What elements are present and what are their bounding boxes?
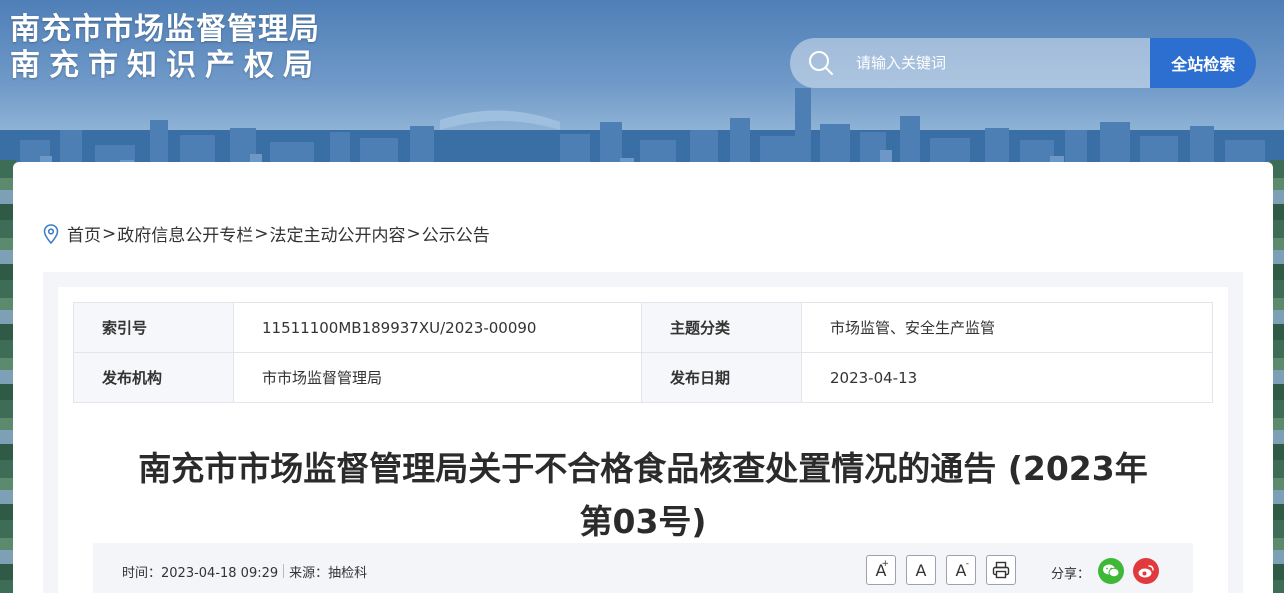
topic-label: 主题分类: [641, 302, 802, 353]
wechat-icon: [1103, 564, 1120, 578]
breadcrumb-gov-info[interactable]: 政府信息公开专栏: [117, 221, 253, 246]
site-title-line1: 南充市市场监督管理局: [10, 12, 320, 47]
article-title-line1: 南充市市场监督管理局关于不合格食品核查处置情况的通告 (2023年: [138, 449, 1148, 488]
print-icon: [992, 561, 1010, 579]
plus-icon: +: [881, 559, 889, 569]
breadcrumb-home[interactable]: 首页: [67, 221, 101, 246]
topic-value: 市场监管、安全生产监管: [801, 302, 1213, 353]
breadcrumb-separator: >: [406, 223, 421, 244]
breadcrumb-separator: >: [102, 223, 117, 244]
article-container: 索引号 11511100MB189937XU/2023-00090 主题分类 市…: [43, 272, 1243, 593]
publisher-value: 市市场监督管理局: [233, 352, 642, 403]
site-title-line2: 南充市知识产权局: [10, 48, 322, 83]
font-normal-label: A: [915, 560, 927, 580]
article-panel: 索引号 11511100MB189937XU/2023-00090 主题分类 市…: [58, 287, 1228, 593]
weibo-icon: [1138, 565, 1154, 578]
font-smaller-button[interactable]: A-: [946, 555, 976, 585]
breadcrumb-separator: >: [254, 223, 269, 244]
article-title: 南充市市场监督管理局关于不合格食品核查处置情况的通告 (2023年 第03号): [118, 442, 1168, 548]
search-input[interactable]: [856, 54, 1136, 72]
location-pin-icon: [43, 223, 59, 244]
publisher-label: 发布机构: [73, 352, 234, 403]
search-bar: 全站检索: [790, 38, 1256, 88]
site-title: 南充市市场监督管理局 南充市知识产权局: [10, 12, 322, 84]
search-box: [790, 38, 1151, 88]
breadcrumb-statutory-content[interactable]: 法定主动公开内容: [270, 221, 406, 246]
index-label: 索引号: [73, 302, 234, 353]
font-normal-button[interactable]: A: [906, 555, 936, 585]
font-larger-button[interactable]: A +: [866, 555, 896, 585]
date-value: 2023-04-13: [801, 352, 1213, 403]
share-weibo-button[interactable]: [1133, 558, 1159, 584]
table-row: 索引号 11511100MB189937XU/2023-00090 主题分类 市…: [73, 302, 1213, 353]
breadcrumb-announcements[interactable]: 公示公告: [422, 221, 490, 246]
breadcrumb: 首页 > 政府信息公开专栏 > 法定主动公开内容 > 公示公告: [43, 221, 490, 246]
site-search-button[interactable]: 全站检索: [1150, 38, 1256, 88]
info-divider: [283, 564, 285, 578]
article-info-bar: 时间：2023-04-18 09:29 来源：抽检科 A + A A- 分享：: [93, 543, 1193, 593]
document-meta-table: 索引号 11511100MB189937XU/2023-00090 主题分类 市…: [73, 302, 1213, 403]
main-card: 首页 > 政府信息公开专栏 > 法定主动公开内容 > 公示公告 索引号 1151…: [13, 162, 1273, 593]
print-button[interactable]: [986, 555, 1016, 585]
index-value: 11511100MB189937XU/2023-00090: [233, 302, 642, 353]
article-source: 来源：抽检科: [289, 565, 368, 581]
table-row: 发布机构 市市场监督管理局 发布日期 2023-04-13: [73, 352, 1213, 403]
share-wechat-button[interactable]: [1098, 558, 1124, 584]
article-title-line2: 第03号): [579, 502, 707, 541]
minus-icon: -: [965, 559, 969, 569]
font-tools: A + A A-: [866, 555, 1026, 585]
share-label: 分享：: [1051, 567, 1091, 582]
search-icon[interactable]: [808, 50, 834, 76]
date-label: 发布日期: [641, 352, 802, 403]
publish-time: 时间：2023-04-18 09:29: [122, 565, 279, 581]
